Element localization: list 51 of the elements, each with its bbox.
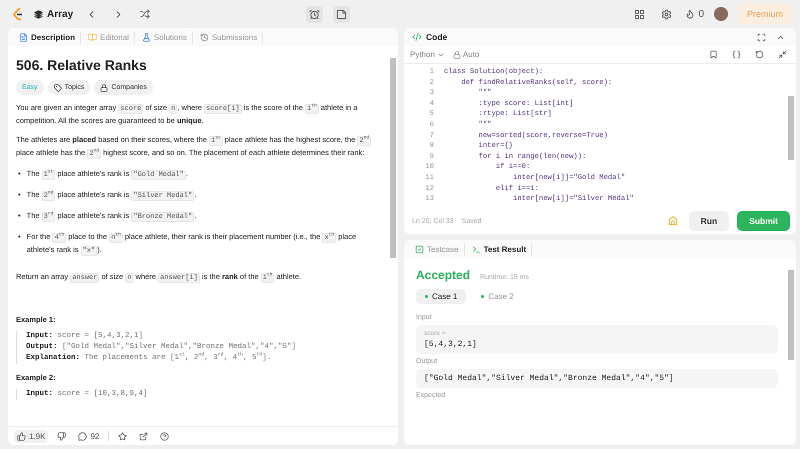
braces-icon[interactable]: [732, 50, 741, 59]
flame-icon: [685, 9, 696, 19]
like-button[interactable]: 1.9K: [14, 430, 48, 442]
bookmark-icon[interactable]: [709, 50, 718, 59]
scrollbar-thumb[interactable]: [390, 58, 396, 258]
book-icon: [88, 32, 98, 42]
note-icon: [336, 8, 347, 20]
avatar[interactable]: [714, 7, 728, 21]
scrollbar-thumb[interactable]: [788, 96, 794, 160]
external-link-icon[interactable]: [139, 432, 148, 440]
shuffle-icon[interactable]: [140, 9, 150, 19]
maximize-icon[interactable]: [757, 32, 766, 42]
settings-icon[interactable]: [661, 8, 672, 20]
checkbox-icon: [415, 244, 424, 254]
document-icon: [19, 32, 28, 42]
comment-icon: [78, 432, 88, 440]
language-select[interactable]: Python: [410, 50, 445, 59]
panel-tab[interactable]: Description: [14, 30, 82, 44]
code-icon: [412, 32, 422, 42]
thumbs-up-icon: [17, 432, 26, 440]
problem-title: 506. Relative Ranks: [16, 56, 148, 74]
auto-mode-toggle[interactable]: Auto: [452, 50, 480, 59]
case-tab[interactable]: Case 1: [416, 289, 466, 304]
result-status: Accepted: [416, 268, 470, 282]
streak-counter[interactable]: 0: [685, 8, 704, 20]
star-icon[interactable]: [118, 432, 128, 440]
problem-list-link[interactable]: Array: [34, 8, 74, 20]
logo-icon[interactable]: [12, 7, 24, 21]
flask-icon: [142, 32, 151, 42]
run-button[interactable]: Run: [688, 211, 730, 231]
panel-tab[interactable]: Test Result: [466, 242, 532, 256]
grid-icon[interactable]: [634, 8, 646, 20]
lock-icon: [100, 84, 108, 92]
reset-icon[interactable]: [755, 50, 764, 59]
scrollbar-thumb[interactable]: [788, 270, 794, 360]
comments-button[interactable]: 92: [75, 430, 102, 442]
stack-icon: [34, 10, 43, 18]
tag-icon: [54, 84, 62, 92]
alarm-clock-icon: [308, 8, 320, 20]
minimize-icon[interactable]: [778, 50, 787, 59]
panel-title: Code: [426, 32, 448, 42]
streak-count: 0: [698, 8, 704, 20]
alarm-clock-button[interactable]: [306, 6, 323, 22]
history-icon: [200, 32, 209, 42]
lock-icon: [452, 50, 461, 58]
help-icon[interactable]: [160, 432, 170, 440]
note-button[interactable]: [332, 6, 350, 22]
terminal-icon: [472, 244, 481, 254]
variable-value: [5,4,3,2,1]: [424, 340, 478, 349]
thumbs-down-icon[interactable]: [57, 432, 66, 440]
output-value: ["Gold Medal","Silver Medal","Bronze Medal","4","5"]: [424, 374, 675, 383]
